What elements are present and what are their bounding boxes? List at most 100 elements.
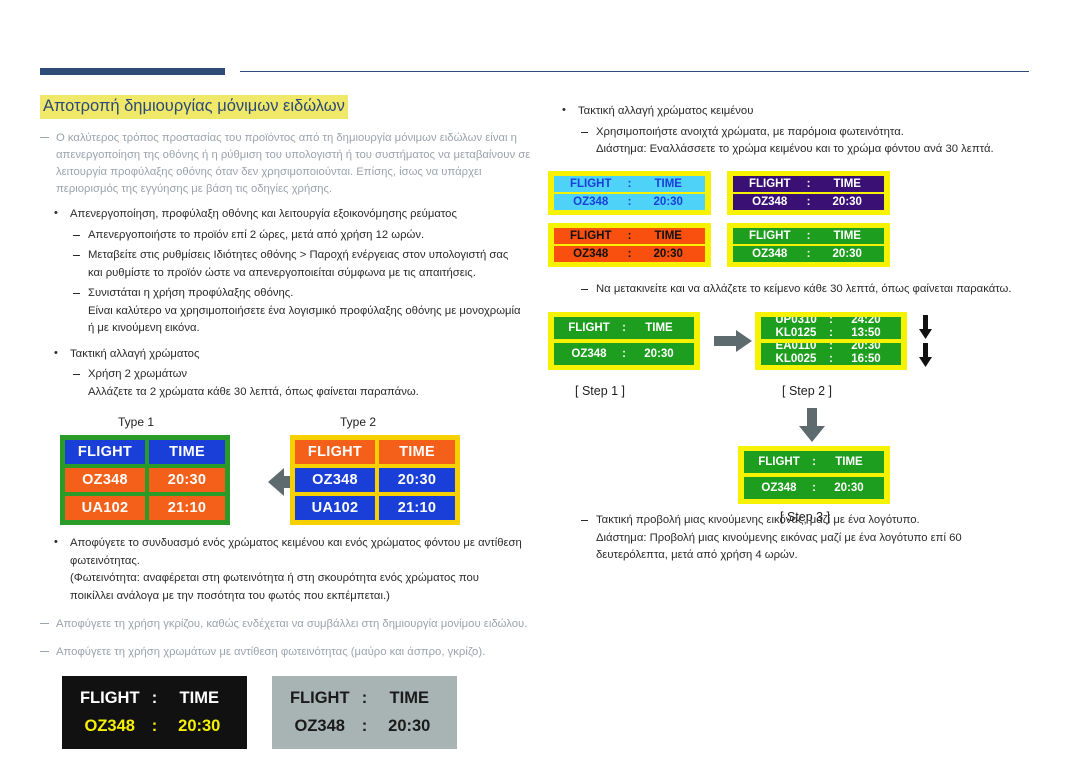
right-dash-1-cont: Διάστημα: Εναλλάσσετε το χρώμα κειμένου … — [596, 143, 994, 155]
left-note-3: Αποφύγετε τη χρήση χρωμάτων με αντίθεση … — [40, 644, 540, 661]
orange-panel-row-1: FLIGHT: TIME — [554, 227, 705, 244]
step3-flight-panel: FLIGHT: TIME OZ348: 20:30 — [738, 446, 890, 504]
black-banner-line-1: FLIGHT: TIME — [72, 689, 237, 708]
steps-lower: [ Step 1 ] [ Step 2 ] FLIGHT: TIME OZ348: 2… — [548, 384, 1040, 532]
step3-row2-part1: OZ348 — [761, 482, 797, 494]
orange-panel-row1-part1: FLIGHT — [569, 229, 612, 242]
type-tables-wrap: FLIGHT TIME OZ348 20:30 UA102 21:10 FLIGHT TIM… — [40, 435, 540, 527]
left-bullet-power: Απενεργοποίηση, προφύλαξη οθόνης και λει… — [40, 205, 540, 224]
orange-panel-row1-part2: : — [627, 229, 632, 242]
step2-scroll-row1_bot: KL0125: 13:50 — [761, 327, 901, 339]
left-bullet-contrast-c: (Φωτεινότητα: αναφέρεται στη φωτεινότητα… — [70, 572, 479, 585]
gray-banner-line1-part2: : — [361, 688, 368, 707]
page-title: Αποτροπή δημιουργίας μόνιμων ειδώλων — [40, 95, 348, 119]
green-panel-row2-part1: OZ348 — [752, 247, 788, 260]
orange-panel: FLIGHT: TIME OZ348: 20:30 — [548, 222, 711, 267]
type2-label: Type 2 — [340, 415, 377, 430]
left-bullet-contrast-b: φωτεινότητας. — [70, 554, 140, 567]
green-panel-row1-part2: : — [806, 229, 811, 242]
header-accent-bar — [40, 68, 225, 75]
black-banner-line2-part2: : — [151, 716, 158, 735]
step3-row2-part3: 20:30 — [834, 482, 864, 494]
purple-panel-row1-part2: : — [806, 177, 811, 190]
type2-cell-r1-c1: 20:30 — [379, 468, 455, 493]
step2-row1_bot-part3: 13:50 — [851, 327, 881, 339]
step2-caption: [ Step 2 ] — [782, 384, 833, 398]
slide-page: Αποτροπή δημιουργίας μόνιμων ειδώλων Ο κ… — [0, 0, 1080, 763]
gray-flight-banner: FLIGHT: TIME OZ348: 20:30 — [272, 675, 457, 749]
step1-row1-part1: FLIGHT — [568, 322, 610, 334]
green-panel: FLIGHT: TIME OZ348: 20:30 — [727, 222, 890, 267]
step2-row1_top-part2: : — [829, 317, 833, 326]
left-dash-4: Χρήση 2 χρωμάτων — [40, 366, 540, 384]
down-arrow-big-icon — [799, 408, 825, 442]
green-panel-row1-part3: TIME — [833, 229, 861, 242]
step3-row-2: OZ348: 20:30 — [744, 477, 884, 499]
gray-banner-line2-part1: OZ348 — [294, 716, 345, 735]
green-panel-row1-part1: FLIGHT — [748, 229, 791, 242]
step3-row-1: FLIGHT: TIME — [744, 451, 884, 473]
type1-cell-r2-c1: 21:10 — [149, 496, 225, 521]
green-panel-row-1: FLIGHT: TIME — [733, 227, 884, 244]
black-flight-banner: FLIGHT: TIME OZ348: 20:30 — [62, 675, 247, 749]
step2-scroll-row2_top: EA0110: 20:30 — [761, 343, 901, 353]
step1-row-1: FLIGHT: TIME — [554, 317, 694, 339]
purple-panel-row2-part3: 20:30 — [832, 195, 862, 208]
step3-row2-part2: : — [812, 482, 816, 494]
type1-cell-r1-c1: 20:30 — [149, 468, 225, 493]
type1-cell-r1-c0: OZ348 — [65, 468, 145, 493]
cyan-panel-row1-part2: : — [627, 177, 632, 190]
down-arrow-icon-1 — [919, 315, 932, 339]
left-dash-3: Συνιστάται η χρήση προφύλαξης οθόνης. — [40, 285, 540, 303]
step2-row1_top-part1: UP0310 — [775, 317, 817, 326]
step2-row2_top-part2: : — [829, 343, 833, 352]
step2-scroll-row2_bot: KL0025: 16:50 — [761, 353, 901, 365]
left-note-1: Ο καλύτερος τρόπος προστασίας του προϊόν… — [40, 130, 540, 199]
step3-row1-part2: : — [812, 456, 816, 468]
left-bullet-color-change: Τακτική αλλαγή χρώματος — [40, 345, 540, 364]
purple-panel: FLIGHT: TIME OZ348: 20:30 — [727, 170, 890, 215]
step2-row2_bot-part2: : — [829, 353, 833, 365]
banner-row: FLIGHT: TIME OZ348: 20:30 FLIGHT: TIME OZ348:… — [40, 675, 540, 754]
left-dash-4-cont: Αλλάζετε τα 2 χρώματα κάθε 30 λεπτά, όπω… — [88, 385, 419, 398]
purple-panel-row-2: OZ348: 20:30 — [733, 193, 884, 210]
step1-row2-part1: OZ348 — [571, 348, 607, 360]
step2-scroll-row-1: UP0310: 24:20 KL0125: 13:50 — [761, 317, 901, 339]
header-divider-line — [240, 71, 1029, 72]
black-banner-line1-part1: FLIGHT — [79, 688, 140, 707]
step2-scroll-row1_top: UP0310: 24:20 — [761, 317, 901, 327]
right-bullet-text-color: Τακτική αλλαγή χρώματος κειμένου — [548, 102, 1040, 121]
green-panel-row2-part3: 20:30 — [832, 247, 862, 260]
step2-row2_bot-part1: KL0025 — [775, 353, 817, 365]
black-banner-line1-part2: : — [151, 688, 158, 707]
purple-panel-row2-part1: OZ348 — [752, 195, 788, 208]
left-dash-1: Απενεργοποιήστε το προϊόν επί 2 ώρες, με… — [40, 227, 540, 245]
type2-cell-r1-c0: OZ348 — [295, 468, 375, 493]
orange-panel-row2-part3: 20:30 — [653, 247, 683, 260]
right-dash-3-cont-a: Διάστημα: Προβολή μιας κινούμενης εικόνα… — [596, 531, 962, 544]
gray-banner-line-1: FLIGHT: TIME — [282, 689, 447, 708]
black-banner-line2-part3: 20:30 — [178, 716, 221, 735]
purple-panel-row1-part3: TIME — [833, 177, 861, 190]
step2-row1_bot-part1: KL0125 — [775, 327, 817, 339]
cyan-panel-row1-part1: FLIGHT — [569, 177, 612, 190]
step1-row1-part2: : — [622, 322, 626, 334]
cyan-panel-row-2: OZ348: 20:30 — [554, 193, 705, 210]
type-label-row: Type 1 Type 2 — [40, 415, 540, 435]
purple-panel-row1-part1: FLIGHT — [748, 177, 791, 190]
left-column: Αποτροπή δημιουργίας μόνιμων ειδώλων Ο κ… — [40, 95, 540, 754]
step1-row2-part2: : — [622, 348, 626, 360]
green-panel-row-2: OZ348: 20:30 — [733, 245, 884, 262]
right-dash-3-cont-b: δευτερόλεπτα, μετά από χρήση 4 ωρών. — [596, 549, 798, 561]
left-dash-3-cont-b: ή με κινούμενη εικόνα. — [88, 322, 200, 335]
gray-banner-line1-part3: TIME — [389, 688, 429, 707]
type2-cell-r0-c1: TIME — [379, 440, 455, 465]
black-banner-line1-part3: TIME — [179, 688, 219, 707]
right-dash-1: Χρησιμοποιήστε ανοιχτά χρώματα, με παρόμ… — [548, 124, 1040, 142]
step3-row1-part3: TIME — [835, 456, 863, 468]
type2-cell-r2-c1: 21:10 — [379, 496, 455, 521]
purple-panel-row-1: FLIGHT: TIME — [733, 175, 884, 192]
right-column: Τακτική αλλαγή χρώματος κειμένου Χρησιμο… — [548, 95, 1040, 565]
step1-caption: [ Step 1 ] — [575, 384, 626, 398]
type1-cell-r0-c0: FLIGHT — [65, 440, 145, 465]
